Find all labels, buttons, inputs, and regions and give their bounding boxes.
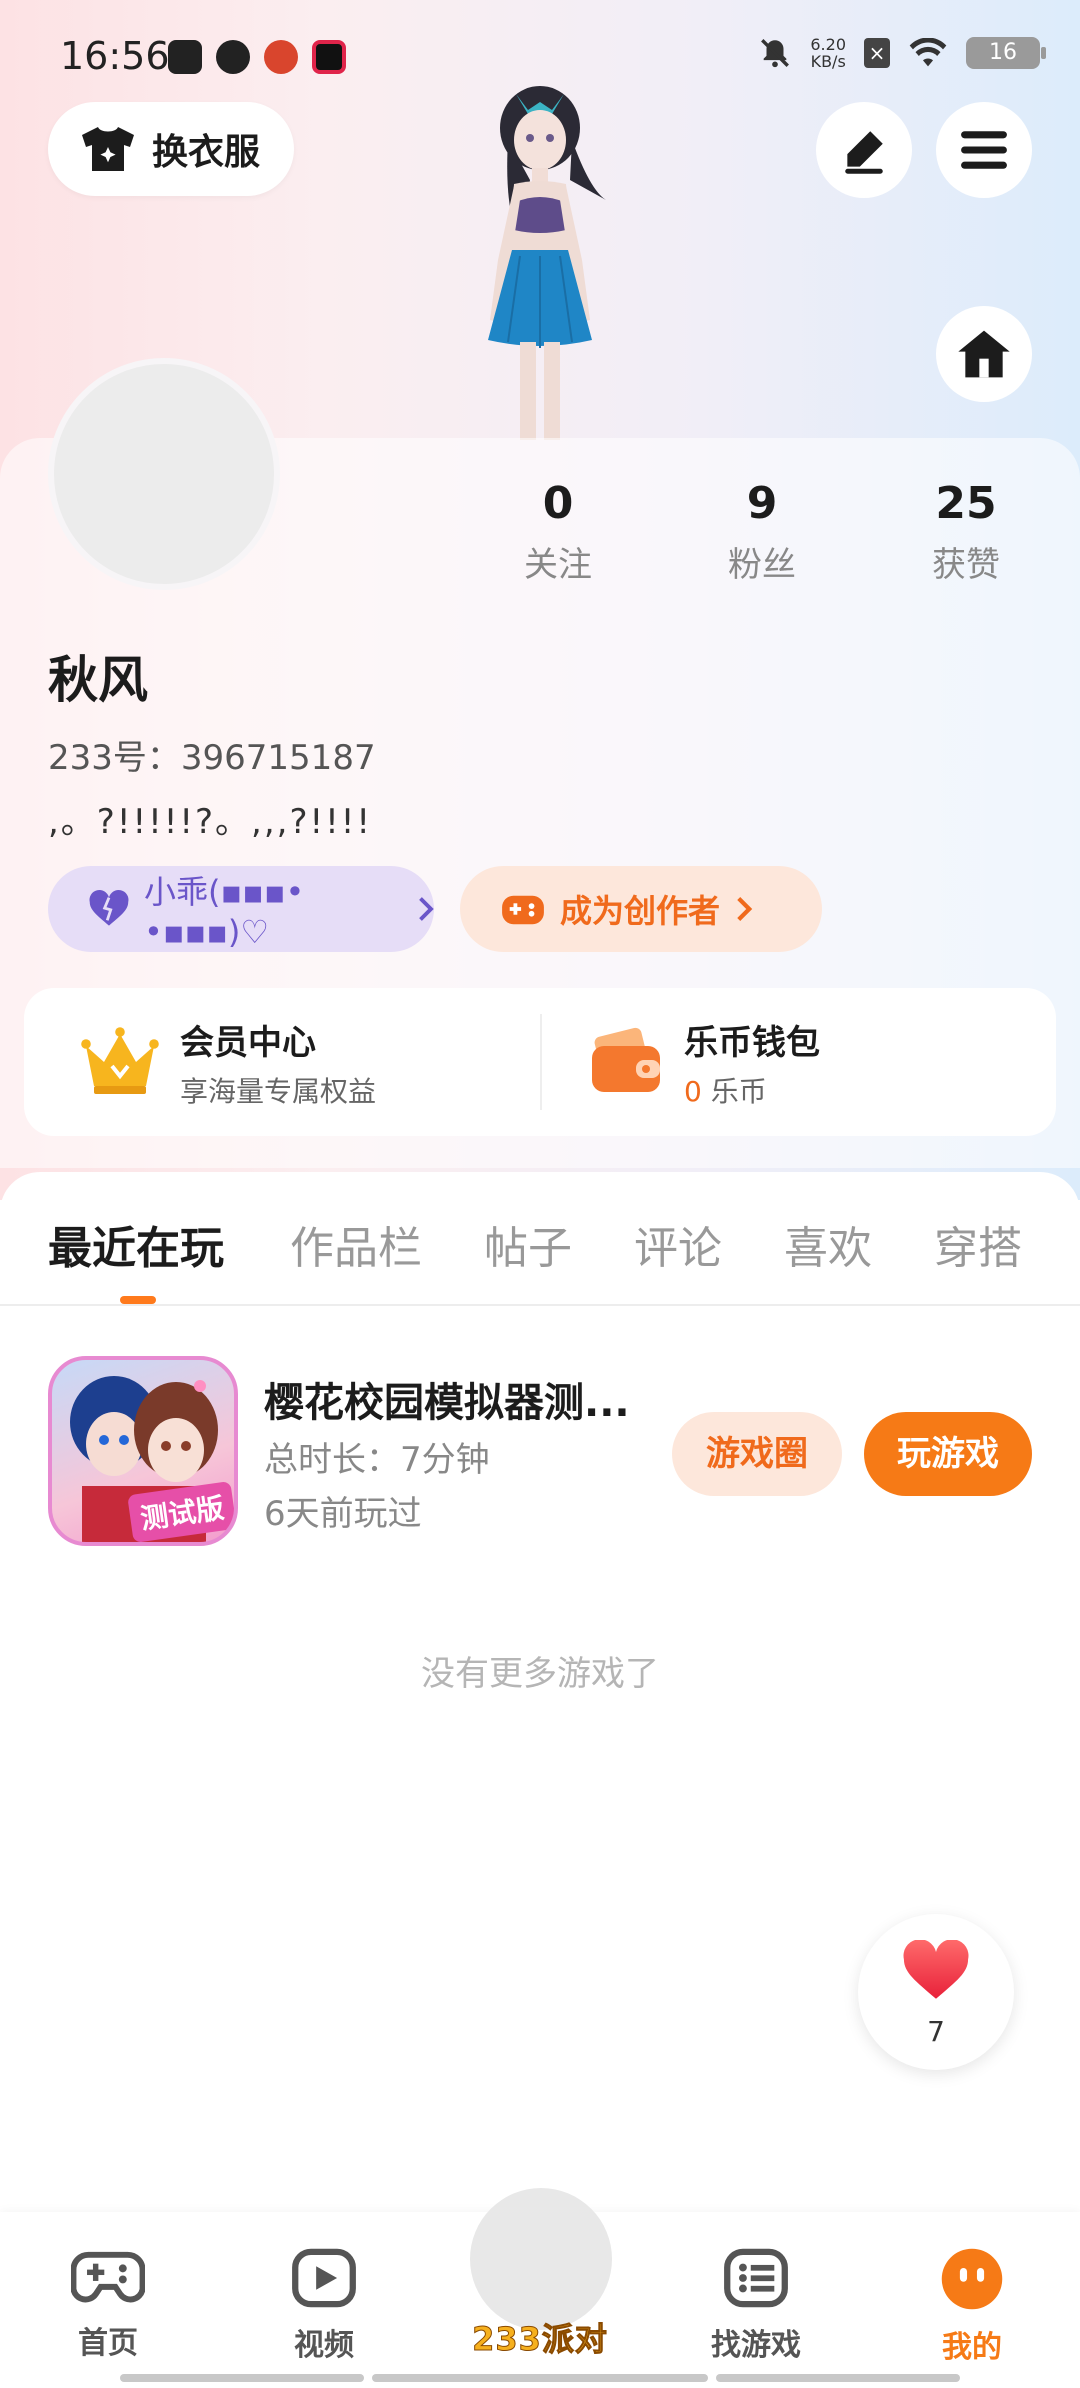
change-outfit-label: 换衣服 — [152, 132, 261, 173]
status-time: 16:56 — [60, 34, 170, 78]
nickname-tag-label: 小乖(▪▪▪• •▪▪▪)♡ — [143, 873, 305, 951]
network-speed-value: 6.20 — [810, 35, 846, 54]
crown-icon — [81, 1027, 159, 1094]
gesture-bar — [716, 2374, 960, 2382]
nickname-tag-button[interactable]: 小乖(▪▪▪• •▪▪▪)♡ — [48, 866, 434, 952]
pen-icon — [845, 131, 883, 174]
user-name: 秋风 — [48, 651, 148, 709]
nav-find-games[interactable]: 找游戏 — [686, 2246, 826, 2364]
no-more-games-text: 没有更多游戏了 — [421, 1654, 659, 1694]
video-play-icon — [292, 2248, 356, 2308]
stat-likes[interactable]: 25 获赞 — [896, 478, 1036, 586]
wallet-balance-unit: 乐币 — [710, 1074, 767, 1108]
home-icon — [958, 330, 1010, 378]
home-space-button[interactable] — [936, 306, 1032, 402]
status-notification-icons — [168, 40, 346, 74]
tshirt-icon — [82, 127, 134, 171]
become-creator-label: 成为创作者 — [560, 892, 721, 930]
profile-face-icon — [941, 2248, 1003, 2310]
tab-works[interactable]: 作品栏 — [290, 1212, 422, 1276]
app-notification-icon — [216, 40, 250, 74]
hamburger-menu-icon — [961, 131, 1007, 169]
nav-find-games-label: 找游戏 — [711, 2328, 801, 2363]
battery-icon: 16 — [966, 37, 1046, 69]
network-speed-unit: KB/s — [810, 52, 846, 71]
game-icon[interactable]: 测试版 — [48, 1356, 238, 1546]
wallet-icon — [592, 1027, 660, 1092]
game-play-duration: 总时长：7分钟 — [264, 1440, 490, 1480]
wallet-title: 乐币钱包 — [684, 1022, 820, 1063]
nav-video-label: 视频 — [294, 2328, 354, 2363]
vip-center-title: 会员中心 — [180, 1022, 316, 1063]
wallet-balance: 0 乐币 — [684, 1070, 820, 1110]
heart-icon — [89, 889, 129, 926]
app-notification-icon — [264, 40, 298, 74]
nav-mine[interactable]: 我的 — [902, 2246, 1042, 2366]
chevron-right-icon — [737, 897, 753, 921]
wallet-entry[interactable]: 乐币钱包 0 乐币 — [588, 988, 1028, 1136]
recent-game-item[interactable]: 测试版 樱花校园模拟器测... 总时长：7分钟 6天前玩过 游戏圈 玩游戏 — [48, 1356, 1038, 1548]
network-speed: 6.20 KB/s — [810, 36, 846, 70]
tab-recent-playing[interactable]: 最近在玩 — [48, 1212, 224, 1276]
play-game-button[interactable]: 玩游戏 — [864, 1412, 1032, 1496]
like-floating-button[interactable]: 7 — [858, 1914, 1014, 2070]
stat-following[interactable]: 0 关注 — [488, 478, 628, 586]
game-title: 樱花校园模拟器测... — [264, 1380, 630, 1426]
tab-outfits[interactable]: 穿搭 — [934, 1212, 1022, 1276]
gesture-bar — [120, 2374, 364, 2382]
stat-likes-count: 25 — [935, 478, 997, 529]
tab-comments[interactable]: 评论 — [634, 1212, 722, 1276]
avatar-3d-character[interactable] — [420, 80, 660, 440]
nav-home[interactable]: 首页 — [38, 2246, 178, 2362]
nav-party-label[interactable]: 233派对 — [436, 2314, 644, 2360]
game-circle-button[interactable]: 游戏圈 — [672, 1412, 842, 1496]
stat-fans[interactable]: 9 粉丝 — [692, 478, 832, 586]
status-system-icons: 6.20 KB/s × 16 — [758, 36, 1046, 70]
wifi-icon — [909, 38, 947, 67]
profile-tabs: 最近在玩 作品栏 帖子 评论 喜欢 穿搭 — [0, 1172, 1080, 1306]
wallet-balance-amount: 0 — [684, 1074, 702, 1108]
vip-center-entry[interactable]: 会员中心 享海量专属权益 — [80, 988, 520, 1136]
notification-muted-icon — [761, 39, 790, 68]
change-outfit-button[interactable]: 换衣服 — [48, 102, 294, 196]
member-wallet-card: 会员中心 享海量专属权益 乐币钱包 0 乐币 — [24, 988, 1056, 1136]
tab-likes[interactable]: 喜欢 — [784, 1212, 872, 1276]
chevron-right-icon — [418, 897, 434, 921]
active-tab-indicator — [120, 1296, 156, 1304]
game-last-played: 6天前玩过 — [264, 1494, 422, 1534]
nav-mine-label: 我的 — [942, 2330, 1002, 2365]
edit-profile-button[interactable] — [816, 102, 912, 198]
sim-disabled-icon: × — [864, 38, 890, 68]
nav-video[interactable]: 视频 — [254, 2246, 394, 2364]
stat-fans-count: 9 — [746, 478, 778, 529]
nav-home-label: 首页 — [78, 2326, 138, 2361]
screen-record-icon — [312, 40, 346, 74]
stat-following-count: 0 — [542, 478, 574, 529]
avatar[interactable] — [48, 358, 280, 590]
become-creator-button[interactable]: 成为创作者 — [460, 866, 822, 952]
divider — [540, 1014, 542, 1110]
tab-posts[interactable]: 帖子 — [484, 1212, 572, 1276]
gamepad-icon — [502, 895, 544, 925]
gesture-bar — [372, 2374, 708, 2382]
party-center-icon[interactable] — [470, 2188, 612, 2330]
app-notification-icon — [168, 40, 202, 74]
vip-center-subtitle: 享海量专属权益 — [180, 1074, 377, 1108]
menu-button[interactable] — [936, 102, 1032, 198]
stat-likes-label: 获赞 — [932, 545, 1000, 585]
user-bio: ,。?!!!!!?。,,,?!!!! — [48, 802, 373, 842]
like-count: 7 — [927, 2015, 945, 2048]
list-icon — [724, 2248, 788, 2308]
stat-fans-label: 粉丝 — [728, 545, 796, 585]
heart-icon — [903, 1939, 969, 1999]
gamepad-icon — [70, 2251, 146, 2303]
user-id: 233号：396715187 — [48, 738, 376, 778]
stat-following-label: 关注 — [524, 545, 592, 585]
